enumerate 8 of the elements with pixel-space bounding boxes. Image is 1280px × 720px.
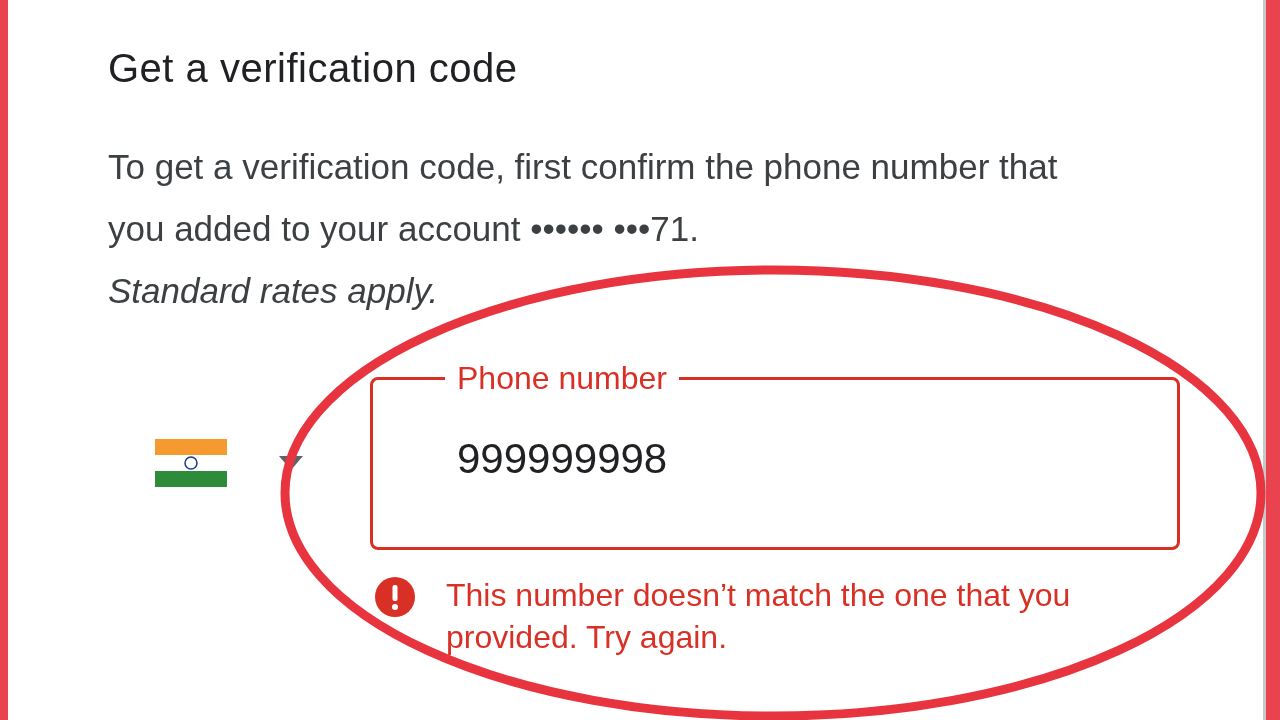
page-title: Get a verification code	[108, 45, 519, 92]
field-label: Phone number	[456, 359, 668, 398]
rates-note: Standard rates apply.	[108, 270, 440, 312]
flag-icon[interactable]	[155, 439, 227, 487]
description-text: To get a verification code, first confirm the phone number that you added to your account •••••• •••71.	[108, 146, 1059, 250]
error-icon	[374, 576, 416, 618]
field-value: 999999998	[457, 434, 668, 484]
error-message: This number doesn’t match the one that you provided. Try again.	[446, 576, 1072, 657]
